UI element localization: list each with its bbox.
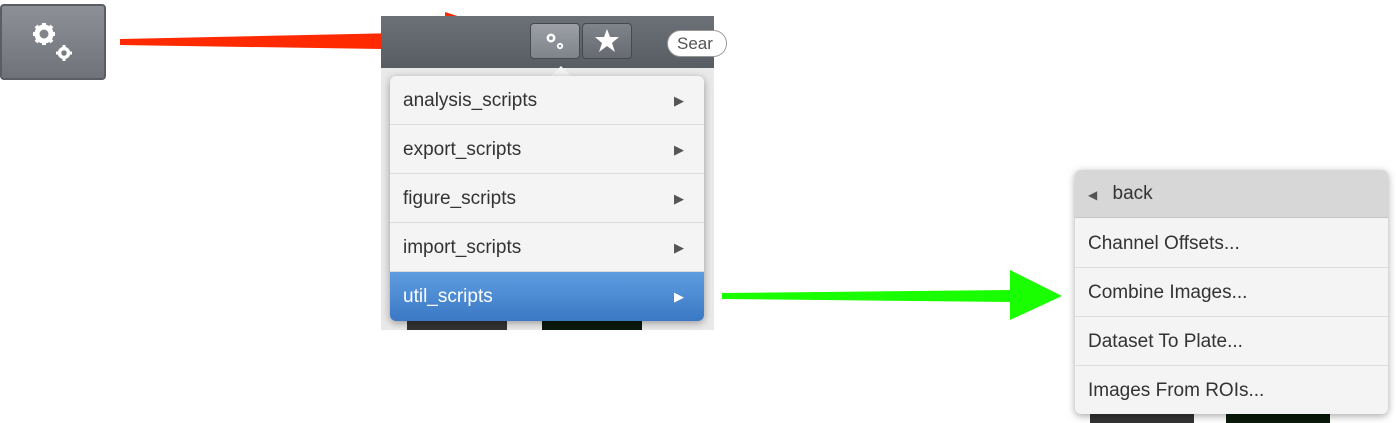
submenu-item-label: Images From ROIs... <box>1088 380 1265 401</box>
menu-item-util-scripts[interactable]: util_scripts ▶ <box>390 272 704 321</box>
star-shapes-icon <box>595 29 619 52</box>
submenu-item-combine-images[interactable]: Combine Images... <box>1075 268 1388 317</box>
submenu-arrow-icon: ▶ <box>674 191 684 206</box>
thumbnail <box>407 320 507 330</box>
menu-item-label: analysis_scripts <box>403 90 538 111</box>
menu-item-figure-scripts[interactable]: figure_scripts ▶ <box>390 174 704 223</box>
submenu-item-label: Channel Offsets... <box>1088 233 1240 254</box>
menu-item-label: import_scripts <box>403 237 522 258</box>
menu-item-analysis-scripts[interactable]: analysis_scripts ▶ <box>390 76 704 125</box>
menu-item-import-scripts[interactable]: import_scripts ▶ <box>390 223 704 272</box>
menu-notch <box>551 66 571 76</box>
menu-item-label: util_scripts <box>403 286 493 307</box>
back-button[interactable]: ◀ back <box>1075 170 1388 218</box>
gears-icon <box>33 23 72 61</box>
search-placeholder: Sear <box>677 34 713 53</box>
submenu-arrow-icon: ▶ <box>674 93 684 108</box>
back-label: back <box>1112 183 1153 204</box>
gears-icon <box>546 33 564 50</box>
menu-item-label: figure_scripts <box>403 188 516 209</box>
green-annotation-arrow <box>722 270 1062 320</box>
scripts-button-zoomed[interactable] <box>0 4 106 80</box>
search-input[interactable]: Sear <box>667 30 727 57</box>
tags-button[interactable] <box>582 23 632 59</box>
submenu-item-images-from-rois[interactable]: Images From ROIs... <box>1075 366 1388 414</box>
submenu-arrow-icon: ▶ <box>674 240 684 255</box>
submenu-item-dataset-to-plate[interactable]: Dataset To Plate... <box>1075 317 1388 366</box>
back-arrow-icon: ◀ <box>1088 188 1098 202</box>
submenu-item-channel-offsets[interactable]: Channel Offsets... <box>1075 219 1388 268</box>
submenu-item-label: Combine Images... <box>1088 282 1248 303</box>
submenu-arrow-icon: ▶ <box>674 289 684 304</box>
menu-item-label: export_scripts <box>403 139 522 160</box>
thumbnail <box>542 320 642 330</box>
scripts-menu: analysis_scripts ▶ export_scripts ▶ figu… <box>390 76 704 321</box>
toolbar: Sear <box>381 16 727 68</box>
submenu-arrow-icon: ▶ <box>674 142 684 157</box>
menu-item-export-scripts[interactable]: export_scripts ▶ <box>390 125 704 174</box>
scripts-button[interactable] <box>530 23 580 59</box>
submenu-item-label: Dataset To Plate... <box>1088 331 1243 352</box>
util-scripts-submenu: ◀ back Channel Offsets... Combine Images… <box>1075 170 1388 414</box>
